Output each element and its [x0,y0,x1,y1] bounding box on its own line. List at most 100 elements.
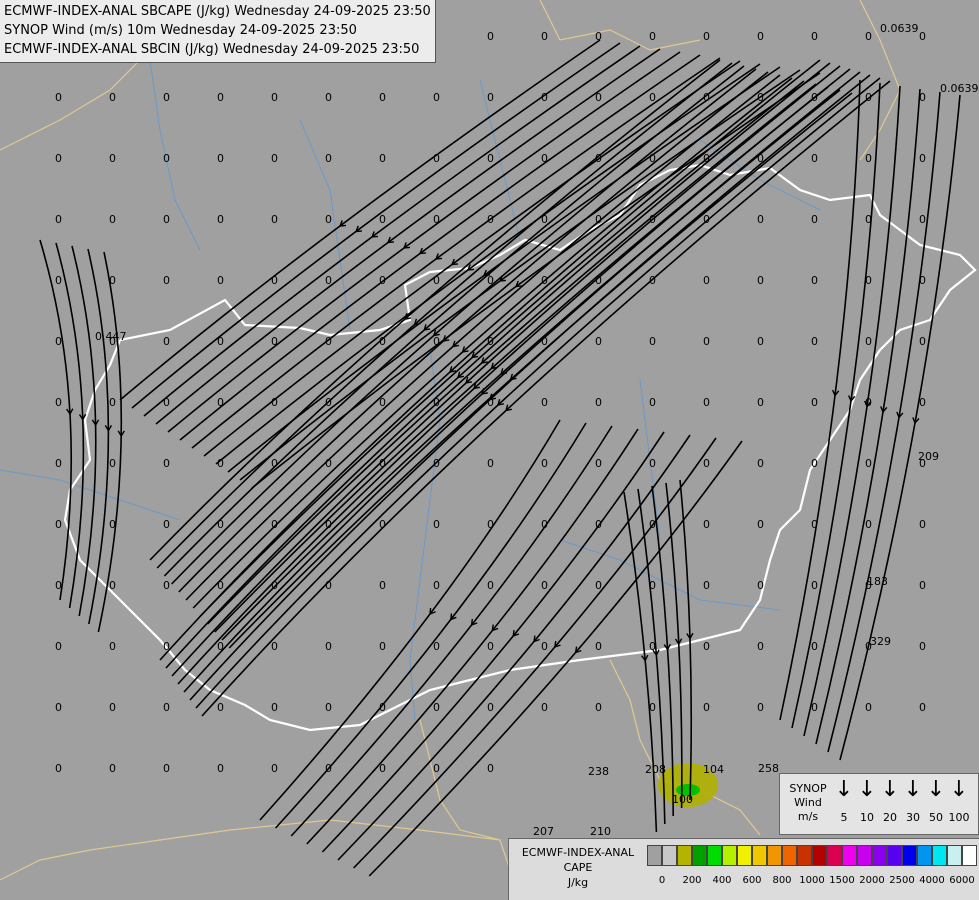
cin-value-label: 0 [811,518,818,531]
cin-value-label: 0 [379,335,386,348]
cape-legend: ECMWF-INDEX-ANAL CAPE J/kg 0 200 400 600 800… [508,838,979,900]
cin-value-label: 0 [325,762,332,775]
cin-value-label: 0 [919,518,926,531]
cin-value-label: 0 [865,640,872,653]
cin-value-label: 0 [595,640,602,653]
cape-color-swatch [707,845,722,866]
cin-value-label: 0 [541,701,548,714]
cin-value-label: 0 [325,335,332,348]
cin-value-label: 207 [533,825,554,838]
cape-color-swatch [827,845,842,866]
cape-color-swatch [752,845,767,866]
cin-value-label: 0 [649,701,656,714]
cin-value-label: 0 [703,274,710,287]
cin-value-label: 0 [109,396,116,409]
cin-value-label: 0 [865,213,872,226]
cin-value-label: 0 [163,762,170,775]
cin-value-label: 0 [865,91,872,104]
wind-speed-label: 10 [860,811,874,824]
down-arrow-icon: ↓ [903,777,923,802]
cin-value-label: 0 [811,274,818,287]
cin-value-label: 0 [757,274,764,287]
cin-value-label: 0 [757,213,764,226]
cin-value-label: 0 [865,457,872,470]
cin-value-label: 0 [919,213,926,226]
cin-value-label: 0 [541,274,548,287]
cin-value-label: 0 [433,91,440,104]
cin-value-label: 0 [325,518,332,531]
cin-value-label: 0 [541,518,548,531]
cin-value-label: 0 [325,579,332,592]
cape-color-swatch [737,845,752,866]
cin-value-label: 0 [541,152,548,165]
cin-value-label: 104 [703,763,724,776]
cin-value-label: 0 [217,579,224,592]
header-line-sbcape: ECMWF-INDEX-ANAL SBCAPE (J/kg) Wednesday… [4,4,431,19]
cin-value-label: 0 [163,396,170,409]
cin-value-label: 0 [217,335,224,348]
cin-value-label: 0 [271,335,278,348]
cin-value-label: 0 [649,152,656,165]
cin-value-label: 0 [163,152,170,165]
cin-value-label: 0 [433,152,440,165]
cape-color-swatch [812,845,827,866]
cin-value-label: 0 [55,518,62,531]
cin-value-label: 0 [271,91,278,104]
cin-value-label: 0 [703,152,710,165]
cin-value-label: 0 [595,30,602,43]
cin-value-label: 0 [325,274,332,287]
cin-value-label: 0 [919,152,926,165]
cin-value-label: 0 [649,640,656,653]
cin-value-label: 0 [217,762,224,775]
cin-value-label: 0 [433,640,440,653]
wind-speed-label: 100 [948,811,970,824]
cin-value-label: 0 [433,762,440,775]
cin-value-label: 0 [271,213,278,226]
cin-value-label: 0 [703,701,710,714]
cin-value-label: 0 [919,457,926,470]
cin-value-label: 208 [645,763,666,776]
cin-value-label: 0 [811,396,818,409]
cin-value-label: 0 [865,701,872,714]
cape-color-swatch [662,845,677,866]
cin-value-label: 0 [217,152,224,165]
cin-value-label: 0 [919,30,926,43]
cin-value-label: 0 [487,335,494,348]
cin-value-label: 0 [379,640,386,653]
cin-value-label: 0 [271,701,278,714]
cin-value-label: 0 [541,579,548,592]
cin-value-label: 0 [595,457,602,470]
cin-value-label: 0 [919,579,926,592]
cin-value-label: 0 [163,579,170,592]
cin-value-label: 0 [865,396,872,409]
down-arrow-icon: ↓ [926,777,946,802]
cin-value-label: 0 [919,274,926,287]
cin-value-label: 0 [919,91,926,104]
cin-value-label: 0 [595,396,602,409]
cin-value-label: 0 [703,91,710,104]
cin-value-label: 0 [379,518,386,531]
cin-value-label: 0 [487,640,494,653]
cin-value-label: 0 [541,457,548,470]
cin-value-label: 0 [757,640,764,653]
cape-color-swatch [782,845,797,866]
cape-color-swatch [872,845,887,866]
cin-value-label: 0 [163,701,170,714]
cin-value-label: 0 [379,91,386,104]
cin-value-label: 0 [379,701,386,714]
cin-value-label: 0 [703,457,710,470]
cin-value-label: 0 [595,91,602,104]
cin-value-label: 0 [325,152,332,165]
cin-value-label: 0 [109,579,116,592]
cin-value-label: 0 [487,274,494,287]
cin-value-label: 0 [433,213,440,226]
cin-value-label: 0 [163,274,170,287]
header-line-sbcin: ECMWF-INDEX-ANAL SBCIN (J/kg) Wednesday … [4,42,420,57]
cin-value-label: 0 [55,213,62,226]
cin-value-label: 0 [379,152,386,165]
cape-color-swatch [692,845,707,866]
cape-color-swatch [932,845,947,866]
cin-value-label: 0 [163,457,170,470]
cin-value-label: 0 [163,640,170,653]
cin-value-label: 0 [271,762,278,775]
